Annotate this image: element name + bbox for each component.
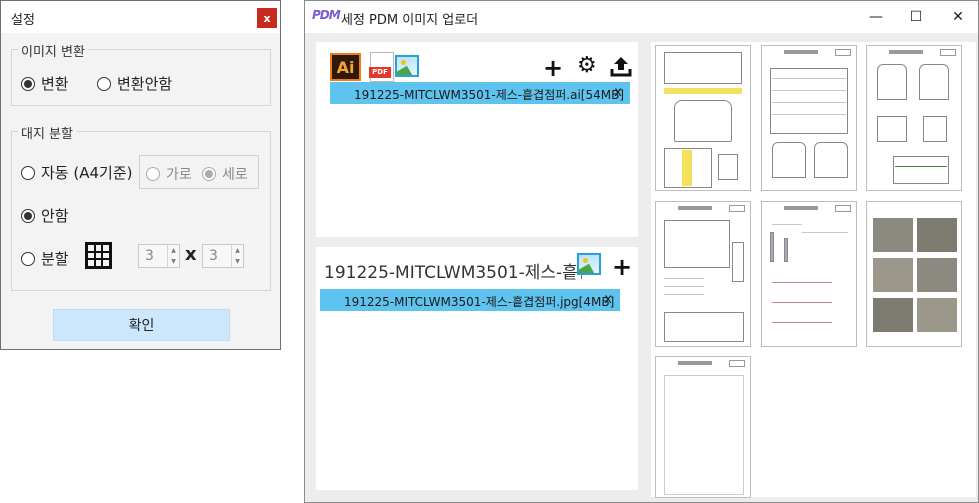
pdf-icon-label: PDF xyxy=(369,67,391,78)
portrait-radio[interactable]: 세로 xyxy=(202,164,248,184)
page-thumbnail[interactable] xyxy=(655,45,751,191)
settings-close-button[interactable]: x xyxy=(257,8,277,28)
split-label: 대지 분할 xyxy=(18,123,76,142)
image-icon[interactable] xyxy=(577,253,601,275)
image-convert-label: 이미지 변환 xyxy=(18,41,88,60)
down-arrow-icon[interactable]: ▼ xyxy=(232,256,243,267)
convert-radio[interactable]: 변환 xyxy=(21,73,69,94)
settings-titlebar: 설정 x xyxy=(1,1,280,33)
image-icon[interactable] xyxy=(395,55,419,77)
portrait-radio-dot[interactable] xyxy=(202,167,216,181)
cols-spinner[interactable]: 3 ▲ ▼ xyxy=(138,244,180,268)
rows-value: 3 xyxy=(209,248,218,264)
down-arrow-icon[interactable]: ▼ xyxy=(168,256,179,267)
add-icon[interactable]: + xyxy=(612,255,632,279)
ai-file-name: 191225-MITCLWM3501-제스-흩겹점퍼.ai[54MB] xyxy=(354,88,625,102)
ai-file-remove-button[interactable]: x xyxy=(614,85,622,100)
page-thumbnail[interactable] xyxy=(655,356,751,498)
settings-title: 설정 xyxy=(11,13,35,28)
page-thumbnail[interactable] xyxy=(761,201,857,347)
window-title: 세정 PDM 이미지 업로더 xyxy=(341,13,479,28)
up-arrow-icon[interactable]: ▲ xyxy=(232,245,243,256)
grid-icon xyxy=(85,242,112,269)
jpg-file-name: 191225-MITCLWM3501-제스-흩겹점퍼.jpg[4MB] xyxy=(344,295,615,309)
no-split-label: 안함 xyxy=(41,207,69,225)
ai-panel: Ai PDF + ⚙ 191225-MITCLWM3501-제스-흩겹점퍼.ai… xyxy=(316,42,638,237)
auto-split-radio[interactable]: 자동 (A4기준) xyxy=(21,162,132,183)
add-icon[interactable]: + xyxy=(543,56,563,80)
jpg-panel: 191225-MITCLWM3501-제스-흩겹점퍼 + 191225-MITC… xyxy=(316,247,638,490)
jpg-file-row[interactable]: 191225-MITCLWM3501-제스-흩겹점퍼.jpg[4MB] x xyxy=(320,289,620,311)
up-arrow-icon[interactable]: ▲ xyxy=(168,245,179,256)
no-split-radio-dot[interactable] xyxy=(21,208,35,223)
no-convert-radio-dot[interactable] xyxy=(97,76,111,91)
settings-dialog: 설정 x 이미지 변환 변환 변환안함 대지 분할 자동 (A4기준) 가로 세… xyxy=(0,0,281,350)
page-thumbnail[interactable] xyxy=(655,201,751,347)
illustrator-icon[interactable]: Ai xyxy=(330,53,361,81)
uploader-titlebar: PDM 세정 PDM 이미지 업로더 — ☐ ✕ xyxy=(305,1,978,33)
landscape-radio-dot[interactable] xyxy=(146,167,160,181)
orientation-box: 가로 세로 xyxy=(139,155,259,189)
auto-split-radio-dot[interactable] xyxy=(21,165,35,180)
rows-spinner[interactable]: 3 ▲ ▼ xyxy=(202,244,244,268)
output-name-field[interactable]: 191225-MITCLWM3501-제스-흩겹점퍼 xyxy=(324,258,582,286)
rows-spinner-arrows[interactable]: ▲ ▼ xyxy=(231,245,243,267)
maximize-button[interactable]: ☐ xyxy=(901,6,931,28)
uploader-window: PDM 세정 PDM 이미지 업로더 — ☐ ✕ Ai PDF + ⚙ 1912… xyxy=(304,0,979,503)
ai-file-row[interactable]: 191225-MITCLWM3501-제스-흩겹점퍼.ai[54MB] x xyxy=(330,82,630,104)
gear-icon[interactable]: ⚙ xyxy=(577,55,597,77)
upload-icon[interactable] xyxy=(610,55,632,81)
page-thumbnail[interactable] xyxy=(866,201,962,347)
no-convert-radio[interactable]: 변환안함 xyxy=(97,73,172,94)
minimize-button[interactable]: — xyxy=(861,6,891,28)
page-thumbnail[interactable] xyxy=(761,45,857,191)
page-thumbnail[interactable] xyxy=(866,45,962,191)
landscape-radio[interactable]: 가로 xyxy=(146,164,192,184)
auto-split-label: 자동 (A4기준) xyxy=(41,164,133,182)
close-button[interactable]: ✕ xyxy=(943,6,973,28)
landscape-label: 가로 xyxy=(166,167,192,183)
pdf-icon[interactable]: PDF xyxy=(369,52,394,82)
app-logo: PDM xyxy=(312,8,341,22)
cols-value: 3 xyxy=(145,248,154,264)
portrait-label: 세로 xyxy=(222,167,248,183)
no-split-radio[interactable]: 안함 xyxy=(21,205,69,226)
cols-spinner-arrows[interactable]: ▲ ▼ xyxy=(167,245,179,267)
split-radio-dot[interactable] xyxy=(21,251,35,266)
grid-separator: x xyxy=(185,244,197,265)
split-radio-label: 분할 xyxy=(41,250,69,268)
confirm-button[interactable]: 확인 xyxy=(53,309,230,341)
no-convert-radio-label: 변환안함 xyxy=(117,75,173,93)
split-radio[interactable]: 분할 xyxy=(21,248,69,269)
client-area: Ai PDF + ⚙ 191225-MITCLWM3501-제스-흩겹점퍼.ai… xyxy=(305,33,978,502)
convert-radio-dot[interactable] xyxy=(21,76,35,91)
preview-area xyxy=(651,42,976,498)
jpg-file-remove-button[interactable]: x xyxy=(604,292,612,307)
convert-radio-label: 변환 xyxy=(41,75,69,93)
